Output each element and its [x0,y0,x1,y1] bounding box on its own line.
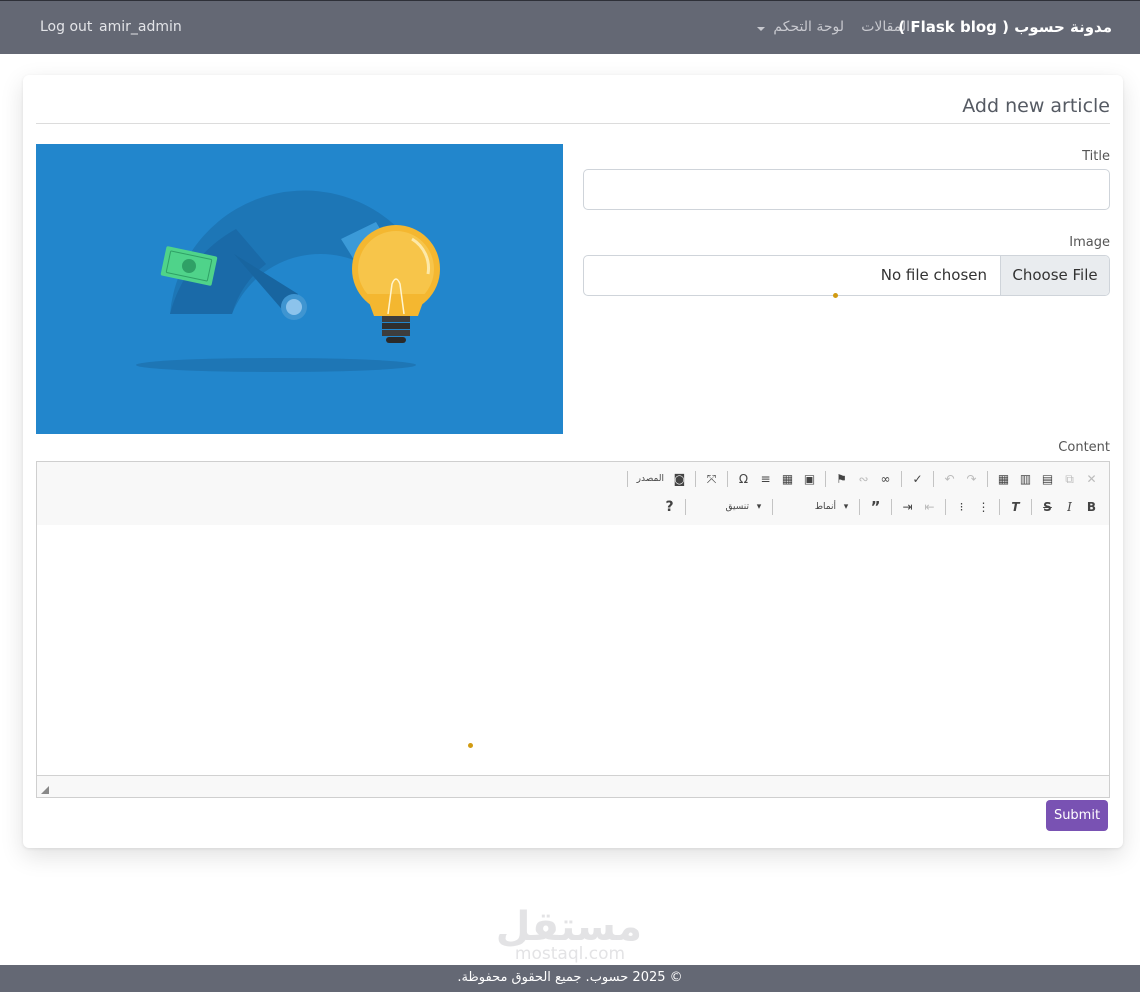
cursor-dot [468,743,473,748]
numbered-list-icon[interactable]: ⋮ [974,498,993,517]
editor-content-area[interactable] [37,525,1109,776]
separator [1031,499,1032,515]
separator [727,471,728,487]
illustration [136,190,440,372]
chevron-down-icon: ▾ [843,502,849,512]
watermark-logo: مستقل mostaql.com [495,904,642,964]
chevron-down-icon[interactable] [757,27,765,31]
watermark-latin: mostaql.com [514,944,626,964]
title-label: Title [1082,149,1110,164]
link-icon[interactable]: ∞ [876,470,895,489]
chevron-down-icon: ▾ [756,502,762,512]
toolbar-row-1: ✕ ⧉ ▤ ▥ ▦ ↷ ↶ ✓ ∞ ∾ ⚑ ▣ ▦ ≡ Ω ⤧ ◙ المصدر [624,468,1101,490]
format-combo[interactable]: تنسيق ▾ [692,498,766,517]
separator [933,471,934,487]
brand-link[interactable]: مدونة حسوب ( Flask blog ) [898,18,1112,36]
horizontal-rule-icon[interactable]: ≡ [756,470,775,489]
separator [891,499,892,515]
divider [36,123,1110,124]
content-label: Content [1058,440,1110,455]
username-link[interactable]: amir_admin [99,19,182,35]
resize-handle-icon[interactable] [41,786,49,794]
bold-icon[interactable]: B [1082,498,1101,517]
remove-format-icon[interactable]: T [1006,498,1025,517]
image-file-input[interactable]: No file chosen Choose File [583,255,1110,296]
editor-toolbar: ✕ ⧉ ▤ ▥ ▦ ↷ ↶ ✓ ∞ ∾ ⚑ ▣ ▦ ≡ Ω ⤧ ◙ المصدر… [37,462,1109,526]
maximize-icon[interactable]: ⤧ [702,470,721,489]
italic-icon[interactable]: I [1060,498,1079,517]
separator [901,471,902,487]
separator [987,471,988,487]
separator [685,499,686,515]
light-bulb-icon [352,225,440,343]
styles-label: أنماط [814,502,836,512]
paste-text-icon[interactable]: ▥ [1016,470,1035,489]
separator [859,499,860,515]
unlink-icon[interactable]: ∾ [854,470,873,489]
title-input[interactable] [583,169,1110,210]
separator [945,499,946,515]
special-char-icon[interactable]: Ω [734,470,753,489]
separator [695,471,696,487]
strikethrough-icon[interactable]: S [1038,498,1057,517]
anchor-icon[interactable]: ⚑ [832,470,851,489]
separator [825,471,826,487]
source-icon[interactable]: ◙ [670,470,689,489]
indent-icon[interactable]: ⇥ [898,498,917,517]
separator [626,471,628,487]
copy-icon[interactable]: ⧉ [1060,470,1079,489]
paste-word-icon[interactable]: ▦ [994,470,1013,489]
bulleted-list-icon[interactable]: ⁝ [952,498,971,517]
cut-icon[interactable]: ✕ [1082,470,1101,489]
dashboard-dropdown[interactable]: لوحة التحكم [773,19,844,35]
copyright-text: © 2025 حسوب. جميع الحقوق محفوظة. [457,970,683,985]
submit-button[interactable]: Submit [1046,800,1108,831]
rich-text-editor: ✕ ⧉ ▤ ▥ ▦ ↷ ↶ ✓ ∞ ∾ ⚑ ▣ ▦ ≡ Ω ⤧ ◙ المصدر… [36,461,1110,798]
spellcheck-icon[interactable]: ✓ [908,470,927,489]
redo-icon[interactable]: ↷ [962,470,981,489]
page-title: Add new article [962,95,1110,117]
logout-link[interactable]: Log out [40,19,92,35]
paste-icon[interactable]: ▤ [1038,470,1057,489]
navbar: Log out amir_admin لوحة التحكم المقالات … [0,0,1140,54]
image-icon[interactable]: ▣ [800,470,819,489]
separator [772,499,773,515]
article-image-preview [36,144,563,434]
file-status: No file chosen [880,266,987,284]
styles-combo[interactable]: أنماط ▾ [779,498,853,517]
blockquote-icon[interactable]: ” [866,498,885,517]
format-label: تنسيق [725,502,749,512]
outdent-icon[interactable]: ⇤ [920,498,939,517]
choose-file-button[interactable]: Choose File [1000,256,1109,295]
article-form-card: Add new article Title Image No file chos… [23,75,1123,848]
image-label: Image [1069,235,1110,250]
footer: © 2025 حسوب. جميع الحقوق محفوظة. [0,965,1140,992]
editor-status-bar [37,775,1109,797]
source-button-label[interactable]: المصدر [634,474,667,484]
table-icon[interactable]: ▦ [778,470,797,489]
help-icon[interactable]: ? [660,498,679,517]
toolbar-row-2: B I S T ⋮ ⁝ ⇤ ⇥ ” أنماط ▾ تنسيق ▾ ? [660,496,1101,518]
undo-icon[interactable]: ↶ [940,470,959,489]
cursor-dot [833,293,838,298]
separator [999,499,1000,515]
watermark-arabic: مستقل [495,904,642,950]
